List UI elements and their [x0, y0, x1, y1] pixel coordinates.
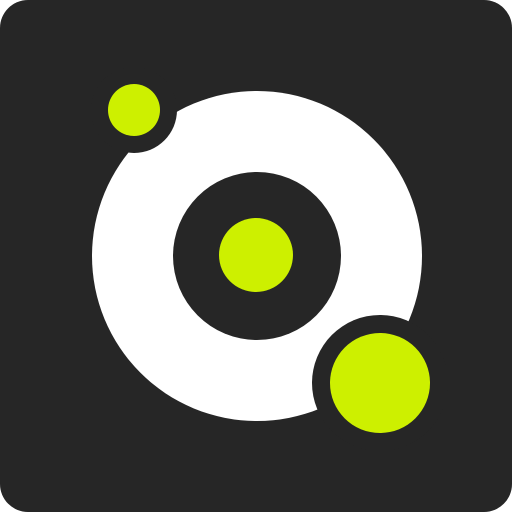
app-icon [0, 0, 512, 512]
orbit-logo-icon [0, 0, 512, 512]
small-orbit-dot [108, 84, 160, 136]
center-dot [219, 218, 293, 292]
large-orbit-dot [330, 333, 430, 433]
